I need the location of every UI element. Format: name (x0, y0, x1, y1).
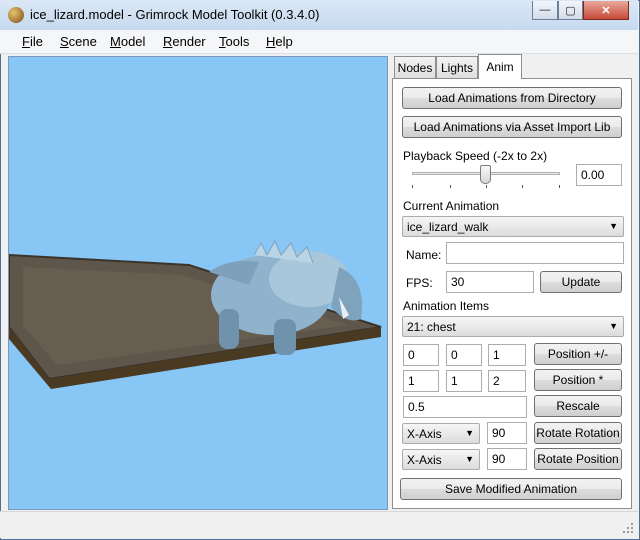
chevron-down-icon: ▼ (609, 321, 618, 331)
3d-viewport[interactable] (8, 56, 388, 510)
position-scale-y-field[interactable]: 1 (446, 370, 482, 392)
tab-lights[interactable]: Lights (436, 56, 478, 78)
playback-speed-label: Playback Speed (-2x to 2x) (403, 149, 548, 163)
current-animation-label: Current Animation (403, 199, 500, 213)
fps-label: FPS: (406, 276, 433, 290)
rotate-position-axis-select[interactable]: X-Axis ▼ (402, 449, 480, 470)
animation-items-select[interactable]: 21: chest ▼ (402, 316, 624, 337)
rotate-rotation-axis-value: X-Axis (407, 427, 442, 441)
position-offset-z-field[interactable]: 1 (488, 344, 526, 366)
status-bar (0, 511, 638, 538)
close-button[interactable]: ✕ (583, 1, 629, 20)
tab-nodes[interactable]: Nodes (394, 56, 436, 78)
tab-anim[interactable]: Anim (478, 54, 522, 79)
menu-render[interactable]: Render (163, 34, 206, 49)
rotate-rotation-angle-field[interactable]: 90 (487, 422, 527, 444)
scene-render (9, 239, 382, 389)
chevron-down-icon: ▼ (609, 221, 618, 231)
save-modified-animation-button[interactable]: Save Modified Animation (400, 478, 622, 500)
position-scale-x-field[interactable]: 1 (403, 370, 439, 392)
position-offset-button[interactable]: Position +/- (534, 343, 622, 365)
menu-model[interactable]: Model (110, 34, 145, 49)
position-offset-x-field[interactable]: 0 (403, 344, 439, 366)
position-offset-y-field[interactable]: 0 (446, 344, 482, 366)
name-label: Name: (406, 248, 442, 262)
playback-speed-slider[interactable] (410, 163, 562, 189)
rotate-rotation-axis-select[interactable]: X-Axis ▼ (402, 423, 480, 444)
rescale-field[interactable]: 0.5 (403, 396, 527, 418)
current-animation-value: ice_lizard_walk (407, 220, 489, 234)
rotate-position-angle-field[interactable]: 90 (487, 448, 527, 470)
title-bar[interactable]: ice_lizard.model - Grimrock Model Toolki… (0, 0, 638, 30)
menu-file[interactable]: File (22, 34, 43, 49)
animation-items-value: 21: chest (407, 320, 456, 334)
anim-panel (392, 78, 632, 509)
playback-speed-value[interactable]: 0.00 (576, 164, 622, 186)
position-scale-button[interactable]: Position * (534, 369, 622, 391)
position-scale-z-field[interactable]: 2 (488, 370, 526, 392)
current-animation-select[interactable]: ice_lizard_walk ▼ (402, 216, 624, 237)
name-field[interactable] (446, 242, 624, 264)
rescale-button[interactable]: Rescale (534, 395, 622, 417)
chevron-down-icon: ▼ (465, 428, 474, 438)
window-title: ice_lizard.model - Grimrock Model Toolki… (30, 7, 320, 22)
rotate-position-button[interactable]: Rotate Position (534, 448, 622, 470)
resize-grip-icon[interactable] (622, 522, 634, 534)
rotate-rotation-button[interactable]: Rotate Rotation (534, 422, 622, 444)
chevron-down-icon: ▼ (465, 454, 474, 464)
load-animations-directory-button[interactable]: Load Animations from Directory (402, 87, 622, 109)
fps-field[interactable]: 30 (446, 271, 534, 293)
menu-help[interactable]: Help (266, 34, 293, 49)
animation-items-label: Animation Items (403, 299, 490, 313)
menu-bar: File Scene Model Render Tools Help (0, 30, 638, 54)
rotate-position-axis-value: X-Axis (407, 453, 442, 467)
app-icon (8, 7, 24, 23)
load-animations-asset-button[interactable]: Load Animations via Asset Import Lib (402, 116, 622, 138)
maximize-button[interactable]: ▢ (558, 1, 583, 20)
update-button[interactable]: Update (540, 271, 622, 293)
slider-thumb[interactable] (480, 165, 491, 184)
menu-scene[interactable]: Scene (60, 34, 97, 49)
minimize-button[interactable]: — (532, 1, 558, 20)
menu-tools[interactable]: Tools (219, 34, 249, 49)
